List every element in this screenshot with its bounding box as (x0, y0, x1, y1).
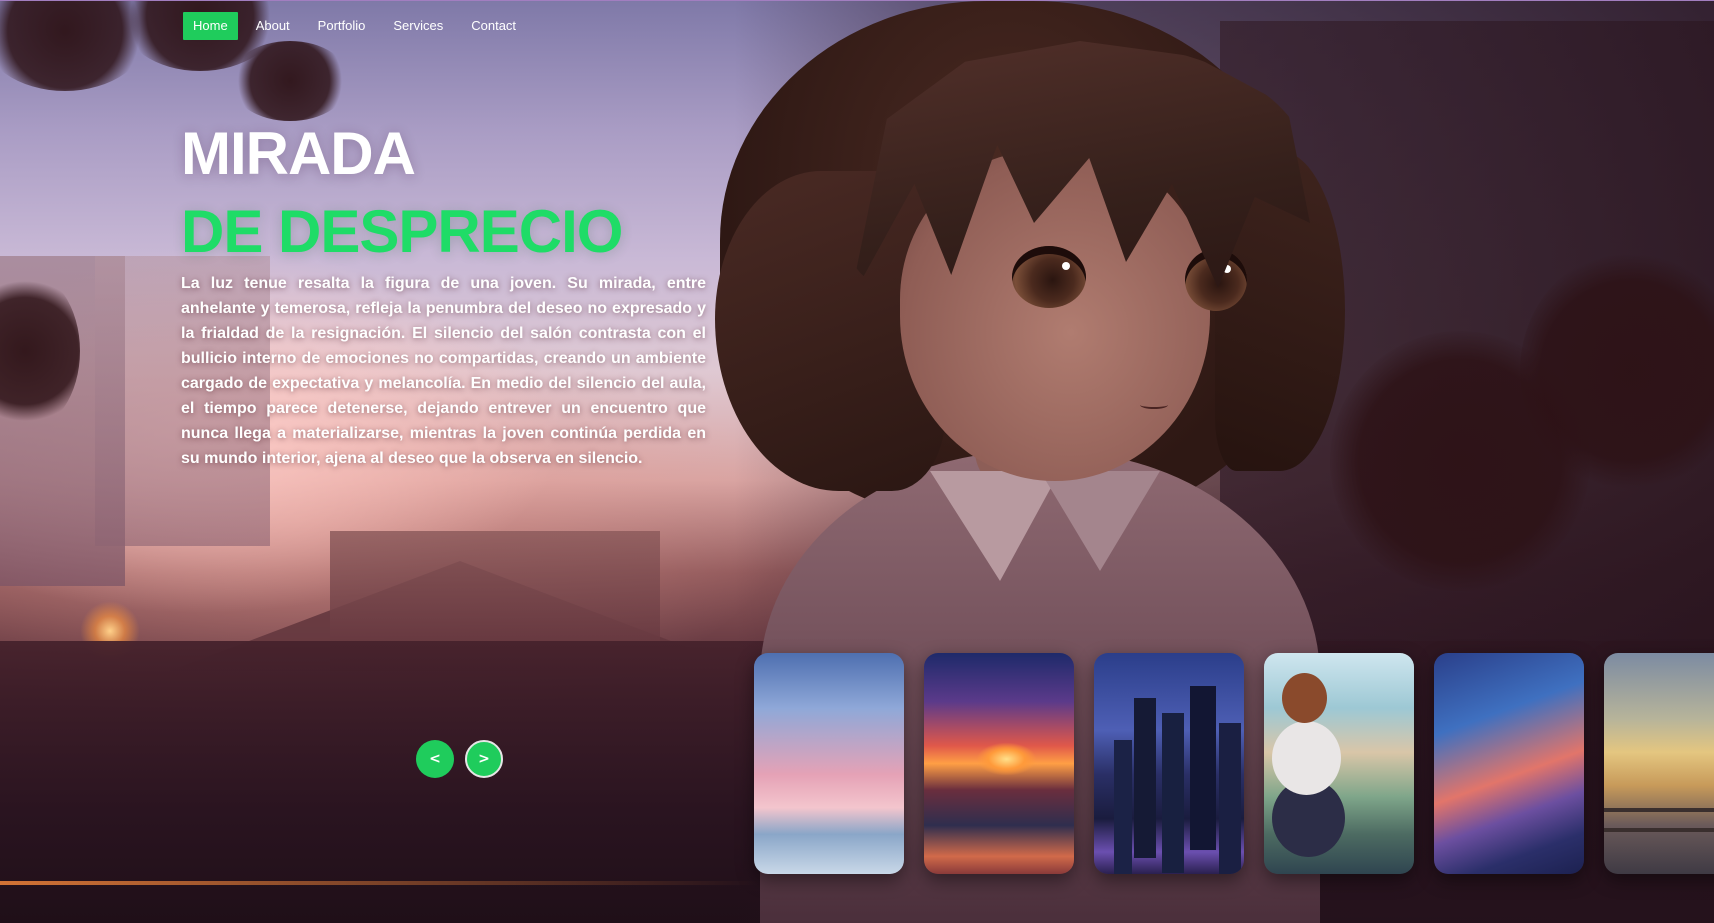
hero-subtitle: DE DESPRECIO (181, 198, 623, 265)
nav-about[interactable]: About (246, 12, 300, 40)
hero-description: La luz tenue resalta la figura de una jo… (181, 275, 706, 467)
nav-home[interactable]: Home (183, 12, 238, 40)
main-nav: Home About Portfolio Services Contact (183, 12, 534, 40)
thumbnail-sky-reflection[interactable] (754, 653, 904, 874)
hero-page: Home About Portfolio Services Contact MI… (0, 0, 1714, 923)
character-collar (1040, 471, 1160, 571)
slider-next-button[interactable]: > (465, 740, 503, 778)
chevron-right-icon: > (478, 751, 490, 767)
thumbnail-railing-sunset[interactable] (1604, 653, 1714, 874)
character-eye (1012, 246, 1086, 308)
thumbnail-sunset[interactable] (924, 653, 1074, 874)
thumbnail-starry-sky[interactable] (1434, 653, 1584, 874)
nav-contact[interactable]: Contact (461, 12, 526, 40)
foliage-silhouette (230, 41, 350, 121)
nav-services[interactable]: Services (383, 12, 453, 40)
slider-prev-button[interactable]: < (416, 740, 454, 778)
thumbnail-schoolgirl-stairs[interactable] (1264, 653, 1414, 874)
horizon-glow (0, 881, 760, 885)
character-mouth (1140, 401, 1168, 409)
hero-title: MIRADA (181, 120, 416, 187)
nav-portfolio[interactable]: Portfolio (308, 12, 376, 40)
chevron-left-icon: < (429, 751, 441, 767)
thumbnail-night-city[interactable] (1094, 653, 1244, 874)
